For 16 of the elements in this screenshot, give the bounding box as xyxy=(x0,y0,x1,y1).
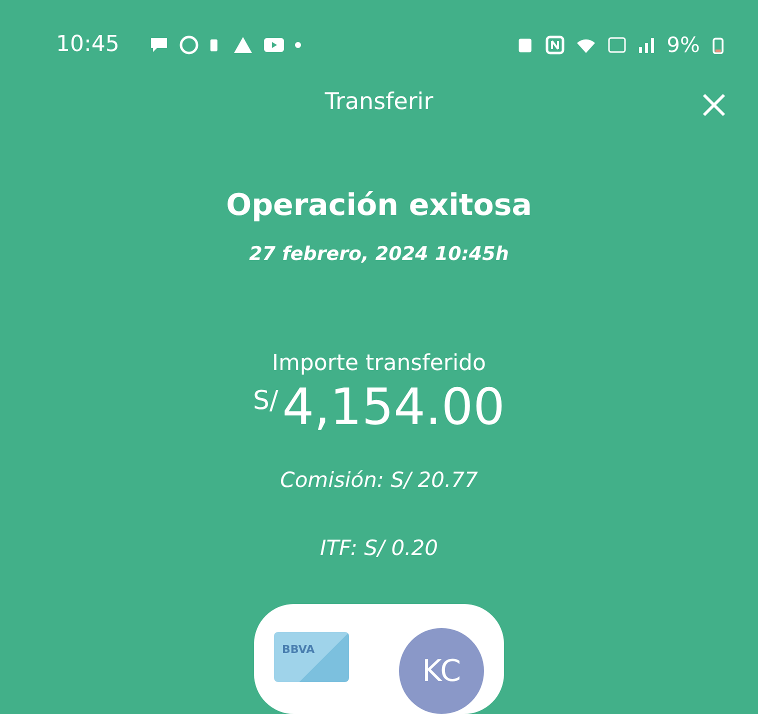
battery-percent: 9% xyxy=(666,32,700,57)
operation-datetime: 27 febrero, 2024 10:45h xyxy=(249,243,509,265)
card-brand: BBVA xyxy=(282,643,315,656)
initials-avatar: KC xyxy=(399,628,484,714)
fee-text: ITF: S/ 0.20 xyxy=(320,536,438,560)
amount-value: 4,154.00 xyxy=(282,378,505,436)
dot-icon xyxy=(295,42,302,48)
amount-label: Importe transferido xyxy=(272,351,486,376)
currency-symbol: S/ xyxy=(253,386,278,416)
success-title: Operación exitosa xyxy=(226,188,532,223)
status-time: 10:45 xyxy=(56,32,120,58)
warning-icon xyxy=(233,34,254,55)
screen-title: Transferir xyxy=(324,88,434,115)
fee-text: Comisión: S/ 20.77 xyxy=(280,468,478,492)
close-icon[interactable] xyxy=(702,93,726,118)
nfc-icon xyxy=(544,34,565,55)
